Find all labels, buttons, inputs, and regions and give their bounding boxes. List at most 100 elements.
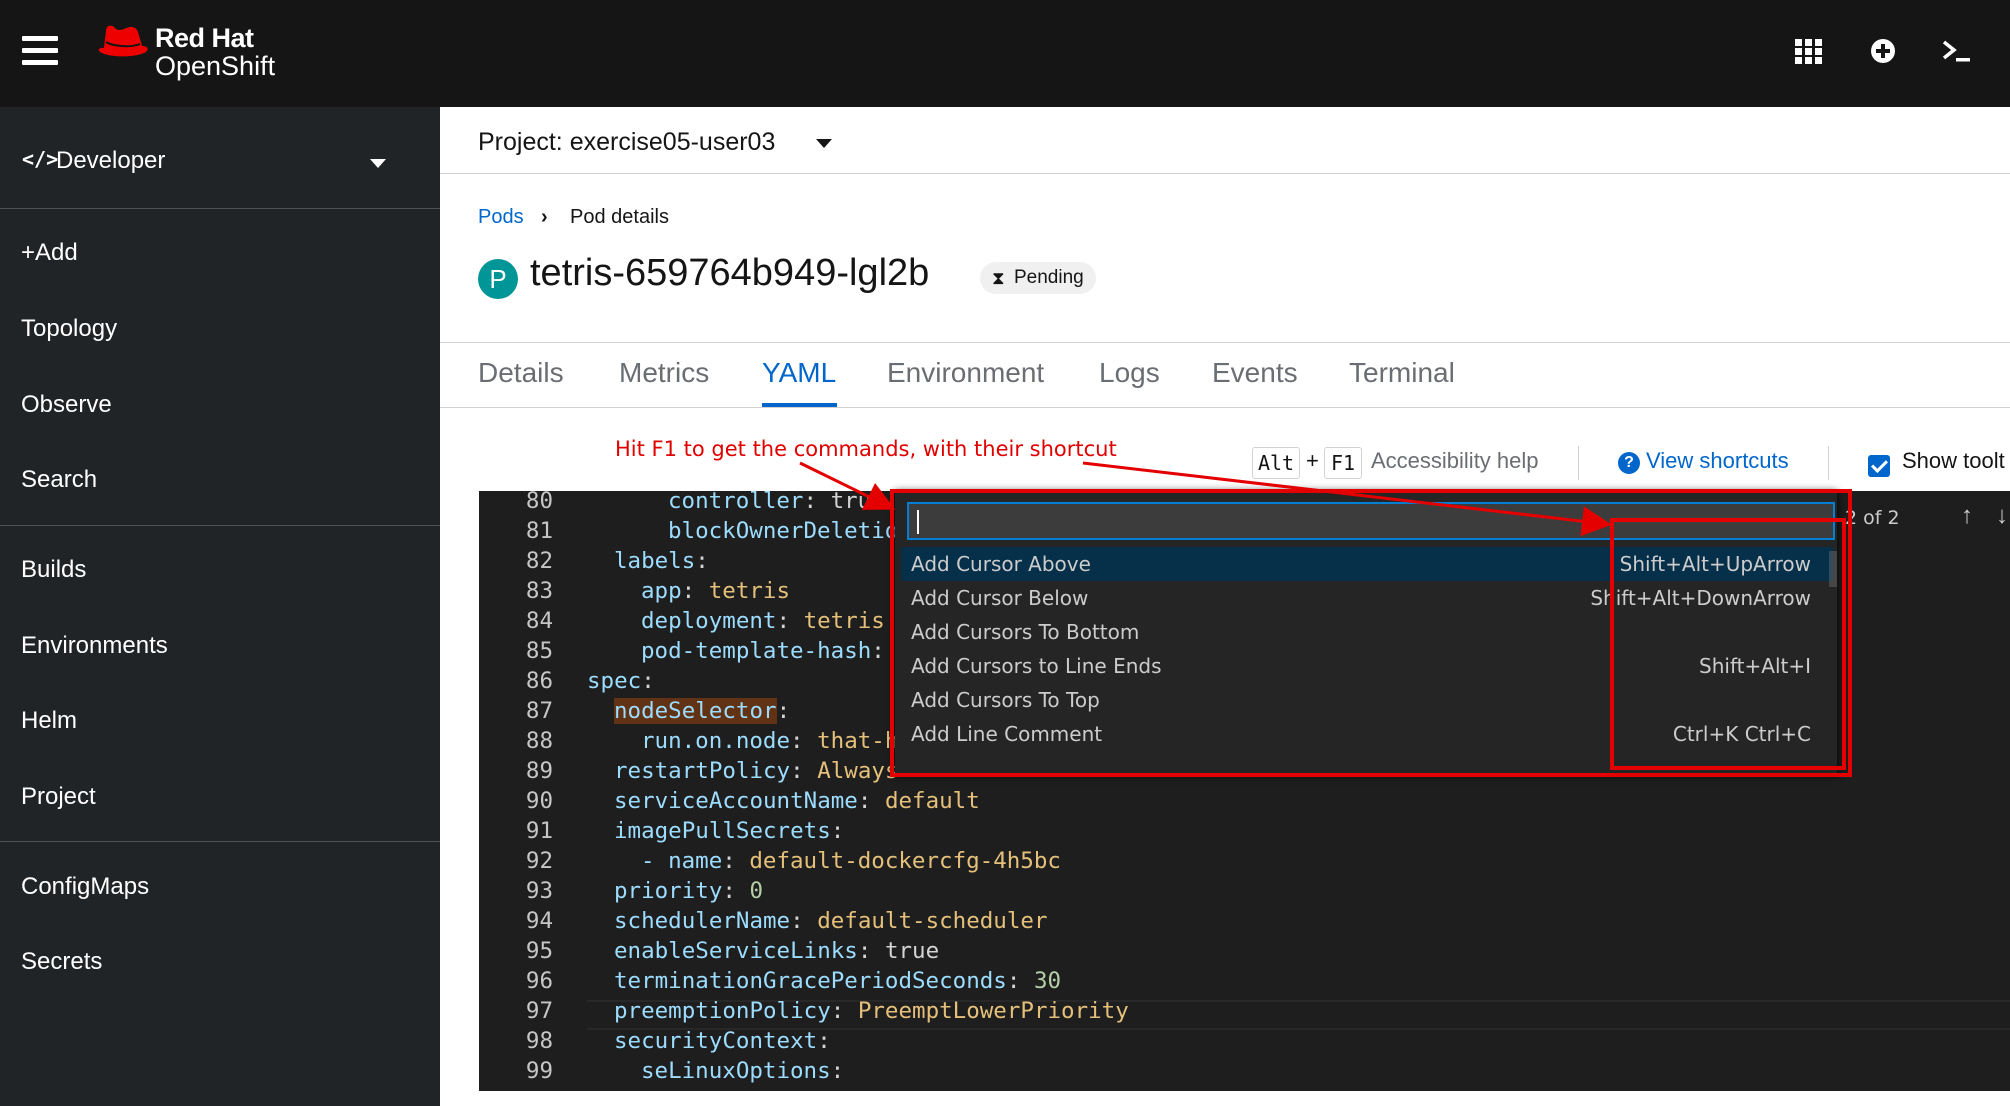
arrow-down-icon[interactable]: ↓ [1996,502,2008,530]
code-line: terminationGracePeriodSeconds: 30 [614,968,1061,994]
nav-item-configmaps[interactable]: ConfigMaps [0,857,440,917]
yaml-key: schedulerName [614,908,791,934]
yaml-colon: : [776,698,804,724]
annotation-text: Hit F1 to get the commands, with their s… [615,437,1117,461]
nav-item-environments[interactable]: Environments [0,616,440,676]
code-line: spec: [587,668,668,694]
line-number: 90 [525,788,553,814]
yaml-key: labels [614,548,696,574]
code-line: serviceAccountName: default [614,788,980,814]
yaml-colon: : [722,848,750,874]
breadcrumb-current: Pod details [570,206,669,228]
code-line: deployment: tetris [641,608,885,634]
code-line: securityContext: [614,1028,844,1054]
line-number: 81 [525,518,553,544]
code-line: priority: 0 [614,878,763,904]
yaml-value: tetris [708,578,791,604]
show-tooltips-checkbox[interactable] [1868,455,1890,477]
toolbar-divider [1828,446,1829,480]
kbd-f1: F1 [1324,447,1362,479]
nav-item-search[interactable]: Search [0,450,440,510]
arrow-up-icon[interactable]: ↑ [1961,502,1973,530]
yaml-value: default-dockercfg-4h5bc [749,848,1061,874]
yaml-key: controller [668,491,804,514]
brand-line1: Red Hat [155,23,254,53]
line-number: 91 [525,818,553,844]
yaml-value: true [884,938,940,964]
show-tooltips-label: Show toolt [1902,448,2005,473]
yaml-colon: : [830,1058,858,1084]
tab-metrics[interactable]: Metrics [619,357,709,389]
tab-environment[interactable]: Environment [887,357,1044,389]
yaml-colon: : [857,938,885,964]
yaml-key: preemptionPolicy [614,998,831,1024]
app-launcher-grid-icon[interactable] [1792,34,1826,68]
yaml-value: 30 [1033,968,1062,994]
project-selector[interactable]: Project: exercise05-user03 [440,107,2010,174]
nav-item-observe[interactable]: Observe [0,375,440,435]
breadcrumb-pods-link[interactable]: Pods [478,206,524,229]
annotation-box-shortcuts [1610,518,1846,770]
yaml-colon: : [1006,968,1034,994]
active-tab-indicator [762,403,837,407]
yaml-value: 0 [749,878,764,904]
masthead: Red Hat OpenShift [0,0,2010,107]
kbd-alt: Alt [1252,447,1300,479]
brand-text[interactable]: Red Hat OpenShift [155,24,275,80]
yaml-key: app [641,578,682,604]
nav-item-project[interactable]: Project [0,767,440,827]
chevron-right-icon: › [541,206,548,228]
line-number: 97 [525,998,553,1024]
hamburger-menu-icon[interactable] [22,36,58,66]
add-circle-icon[interactable] [1866,34,1900,68]
status-text: Pending [1014,267,1084,288]
yaml-value: tetris [803,608,885,634]
caret-down-icon [370,159,386,168]
terminal-icon[interactable] [1940,34,1974,68]
yaml-value: Always [817,758,899,784]
yaml-key: - name [641,848,723,874]
yaml-colon: : [830,818,858,844]
yaml-key: enableServiceLinks [614,938,858,964]
yaml-key: pod-template-hash [641,638,872,664]
yaml-key: priority [614,878,723,904]
nav-item-topology[interactable]: Topology [0,299,440,359]
perspective-switcher[interactable]: </> Developer [0,107,440,209]
nav-divider [0,525,440,526]
code-line: nodeSelector: [614,698,804,724]
line-number: 99 [525,1058,553,1084]
line-number: 82 [525,548,553,574]
tab-details[interactable]: Details [478,357,564,389]
line-number: 93 [525,878,553,904]
accessibility-help-text: Accessibility help [1371,448,1539,473]
yaml-colon: : [817,1028,845,1054]
yaml-value: default-scheduler [817,908,1048,934]
tab-bar: Details Metrics YAML Environment Logs Ev… [440,343,2010,408]
line-number: 89 [525,758,553,784]
caret-down-icon [816,139,832,148]
nav-item-secrets[interactable]: Secrets [0,932,440,992]
tab-events[interactable]: Events [1212,357,1298,389]
line-number: 87 [525,698,553,724]
code-line: labels: [614,548,722,574]
code-line: controller: true [668,491,885,514]
yaml-key: spec [587,668,642,694]
yaml-value: default [884,788,980,814]
yaml-key: securityContext [614,1028,818,1054]
yaml-colon: : [830,998,858,1024]
tab-logs[interactable]: Logs [1099,357,1160,389]
question-circle-icon[interactable]: ? [1618,452,1640,474]
status-badge: ⧗ Pending [980,262,1096,294]
nav-item-add[interactable]: +Add [0,223,440,283]
nav-item-helm[interactable]: Helm [0,691,440,751]
tab-yaml[interactable]: YAML [762,357,836,389]
line-number: 84 [525,608,553,634]
tab-terminal[interactable]: Terminal [1349,357,1455,389]
code-line: schedulerName: default-scheduler [614,908,1048,934]
view-shortcuts-link[interactable]: View shortcuts [1646,448,1789,474]
line-number: 95 [525,938,553,964]
nav-item-builds[interactable]: Builds [0,540,440,600]
yaml-colon: : [790,908,818,934]
yaml-colon: : [776,608,804,634]
line-number: 83 [525,578,553,604]
